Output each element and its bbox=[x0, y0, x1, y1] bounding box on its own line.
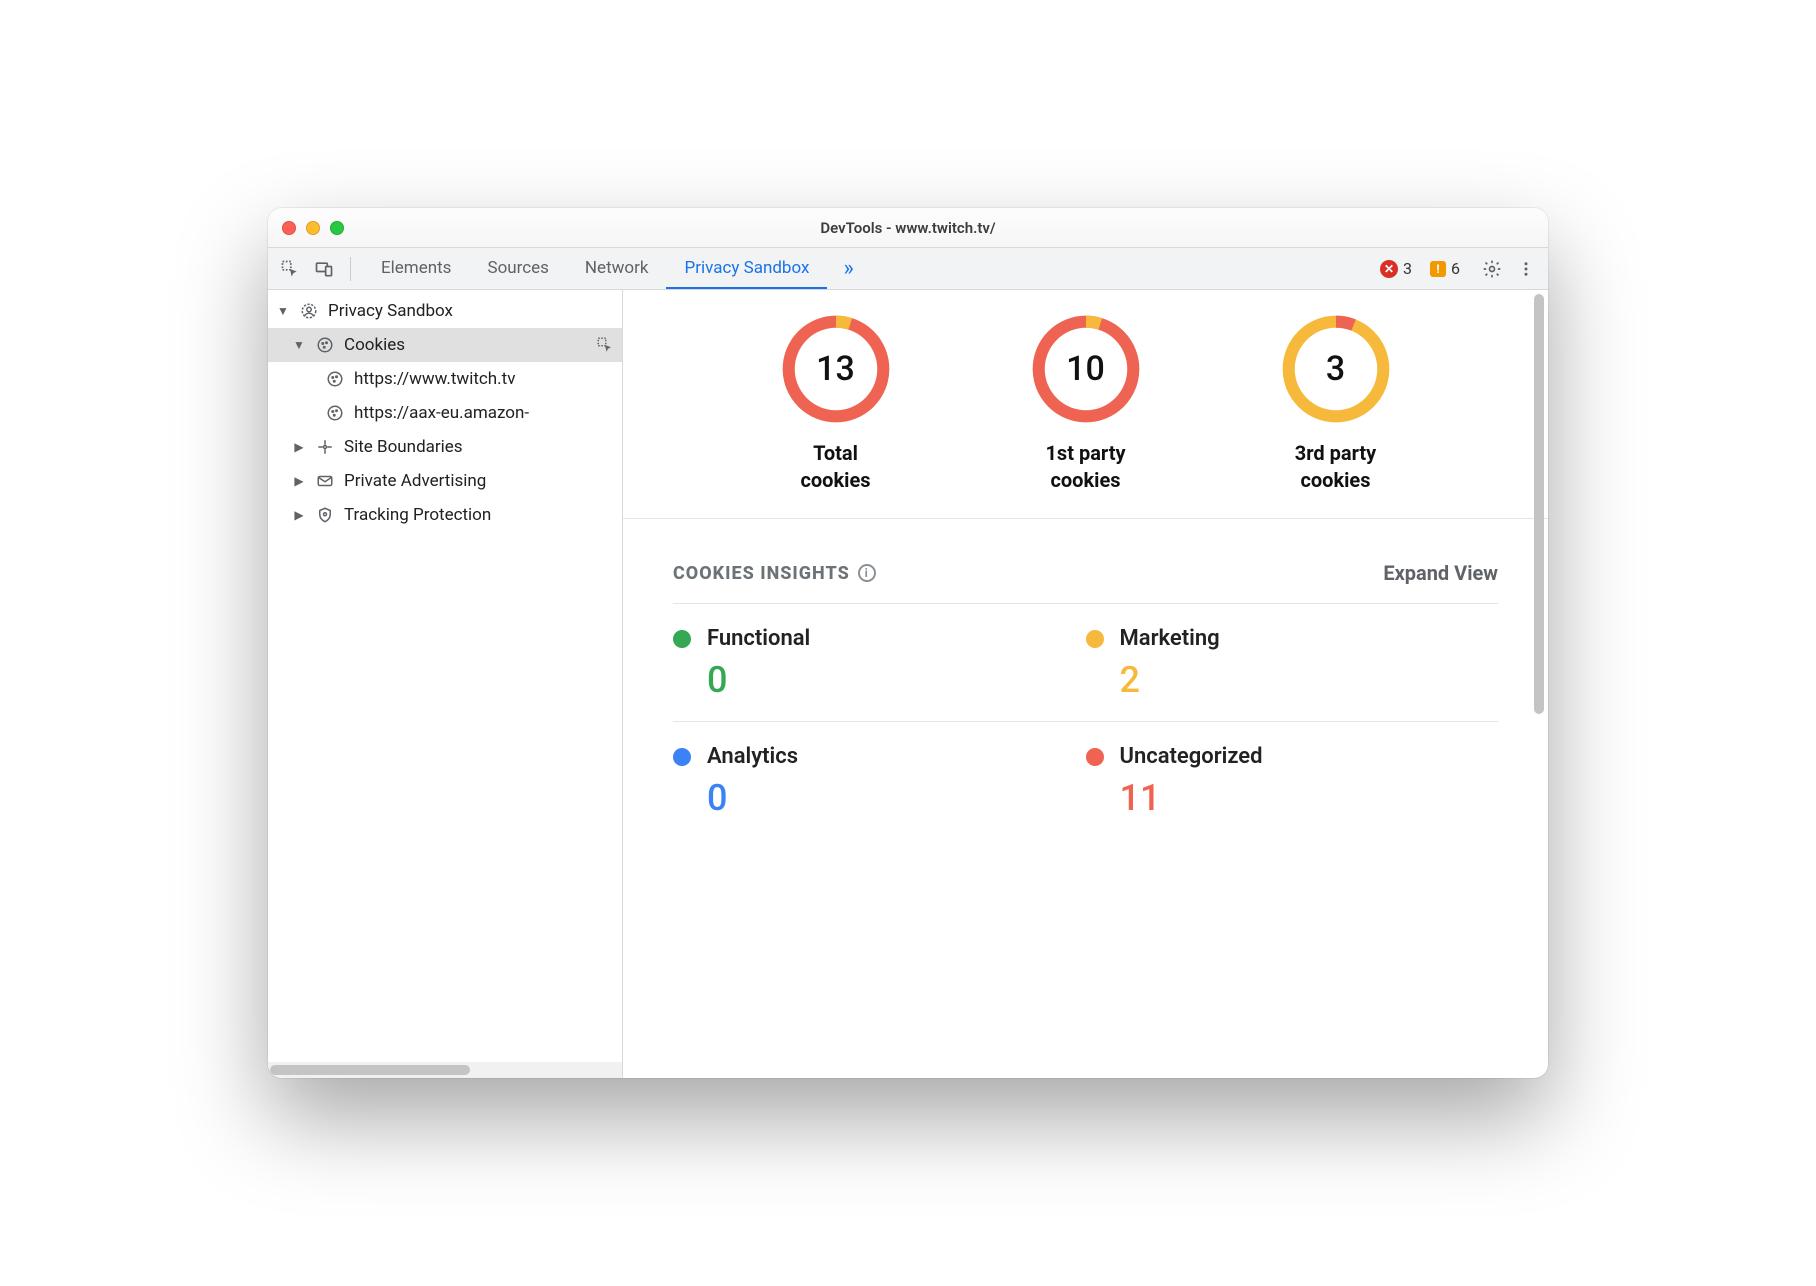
warnings-count: 6 bbox=[1451, 259, 1460, 278]
sandbox-icon bbox=[298, 302, 320, 320]
ring-label: 1st partycookies bbox=[1045, 440, 1125, 494]
more-options-button[interactable] bbox=[1512, 255, 1540, 283]
zoom-window-button[interactable] bbox=[330, 221, 344, 235]
errors-counter[interactable]: ✕ 3 bbox=[1380, 259, 1412, 278]
chevron-down-icon: ▼ bbox=[276, 304, 290, 318]
tree-item-tracking-protection[interactable]: ▶ Tracking Protection bbox=[268, 498, 622, 532]
settings-button[interactable] bbox=[1478, 255, 1506, 283]
tree-label: https://www.twitch.tv bbox=[354, 369, 515, 389]
tree-item-cookies[interactable]: ▼ Cookies bbox=[268, 328, 622, 362]
chevron-right-icon: ▶ bbox=[292, 508, 306, 522]
main-vertical-scrollbar[interactable] bbox=[1532, 294, 1546, 1074]
window-title: DevTools - www.twitch.tv/ bbox=[268, 219, 1548, 237]
devtools-toolbar: Elements Sources Network Privacy Sandbox… bbox=[268, 248, 1548, 290]
device-toolbar-icon[interactable] bbox=[310, 255, 338, 283]
window-controls bbox=[282, 221, 344, 235]
tree-label: Cookies bbox=[344, 335, 405, 355]
insight-card-analytics[interactable]: Analytics 0 bbox=[673, 721, 1086, 839]
insight-card-marketing[interactable]: Marketing 2 bbox=[1086, 603, 1499, 721]
inspect-element-icon[interactable] bbox=[276, 255, 304, 283]
insight-name: Marketing bbox=[1120, 626, 1220, 651]
insight-value: 2 bbox=[1086, 659, 1489, 701]
ring-first-party-cookies: 10 1st partycookies bbox=[996, 314, 1176, 494]
ring-chart: 3 bbox=[1281, 314, 1391, 424]
tree-label: Tracking Protection bbox=[344, 505, 491, 525]
inspect-icon[interactable] bbox=[596, 336, 614, 354]
expand-view-button[interactable]: Expand View bbox=[1383, 561, 1498, 585]
main-panel: 13 Totalcookies 10 1st bbox=[623, 290, 1548, 1078]
shield-icon bbox=[314, 506, 336, 524]
insight-name: Analytics bbox=[707, 744, 798, 769]
insight-card-functional[interactable]: Functional 0 bbox=[673, 603, 1086, 721]
color-swatch bbox=[673, 748, 691, 766]
tab-sources[interactable]: Sources bbox=[469, 248, 566, 289]
tree-item-cookie-origin[interactable]: https://aax-eu.amazon- bbox=[268, 396, 622, 430]
insights-header: COOKIES INSIGHTS i Expand View bbox=[623, 519, 1548, 603]
ring-chart: 10 bbox=[1031, 314, 1141, 424]
ring-label: Totalcookies bbox=[800, 440, 870, 494]
color-swatch bbox=[1086, 630, 1104, 648]
cookie-icon bbox=[324, 370, 346, 388]
devtools-window: DevTools - www.twitch.tv/ Elements Sourc… bbox=[268, 208, 1548, 1078]
info-icon[interactable]: i bbox=[858, 564, 876, 582]
titlebar: DevTools - www.twitch.tv/ bbox=[268, 208, 1548, 248]
tree-label: Privacy Sandbox bbox=[328, 301, 453, 321]
panel-tabs: Elements Sources Network Privacy Sandbox bbox=[363, 248, 827, 289]
tab-privacy-sandbox[interactable]: Privacy Sandbox bbox=[666, 248, 827, 289]
insight-value: 0 bbox=[673, 659, 1076, 701]
tab-elements[interactable]: Elements bbox=[363, 248, 469, 289]
tree-label: https://aax-eu.amazon- bbox=[354, 403, 529, 423]
insight-name: Uncategorized bbox=[1120, 744, 1263, 769]
color-swatch bbox=[673, 630, 691, 648]
tree-item-private-advertising[interactable]: ▶ Private Advertising bbox=[268, 464, 622, 498]
error-icon: ✕ bbox=[1380, 260, 1398, 278]
scrollbar-thumb[interactable] bbox=[1534, 294, 1544, 714]
insights-grid: Functional 0 Marketing 2 Analytics bbox=[623, 603, 1548, 869]
insight-value: 11 bbox=[1086, 777, 1489, 819]
boundaries-icon bbox=[314, 438, 336, 456]
cookie-icon bbox=[324, 404, 346, 422]
ring-label: 3rd partycookies bbox=[1295, 440, 1376, 494]
insight-name: Functional bbox=[707, 626, 810, 651]
mail-icon bbox=[314, 472, 336, 490]
tree-item-site-boundaries[interactable]: ▶ Site Boundaries bbox=[268, 430, 622, 464]
minimize-window-button[interactable] bbox=[306, 221, 320, 235]
warning-icon: ! bbox=[1430, 261, 1446, 277]
warnings-counter[interactable]: ! 6 bbox=[1430, 259, 1460, 278]
sidebar-tree: ▼ Privacy Sandbox ▼ Cookies bbox=[268, 290, 622, 536]
sidebar-horizontal-scrollbar[interactable] bbox=[268, 1062, 622, 1078]
tree-item-privacy-sandbox[interactable]: ▼ Privacy Sandbox bbox=[268, 294, 622, 328]
color-swatch bbox=[1086, 748, 1104, 766]
cookie-icon bbox=[314, 336, 336, 354]
tree-item-cookie-origin[interactable]: https://www.twitch.tv bbox=[268, 362, 622, 396]
ring-chart: 13 bbox=[781, 314, 891, 424]
ring-total-cookies: 13 Totalcookies bbox=[746, 314, 926, 494]
chevron-right-icon: ▶ bbox=[292, 440, 306, 454]
panel-body: ▼ Privacy Sandbox ▼ Cookies bbox=[268, 290, 1548, 1078]
tree-label: Private Advertising bbox=[344, 471, 486, 491]
tab-network[interactable]: Network bbox=[567, 248, 667, 289]
more-tabs-button[interactable]: » bbox=[833, 256, 863, 281]
insight-value: 0 bbox=[673, 777, 1076, 819]
sidebar: ▼ Privacy Sandbox ▼ Cookies bbox=[268, 290, 623, 1078]
insight-card-uncategorized[interactable]: Uncategorized 11 bbox=[1086, 721, 1499, 839]
cookie-summary-rings: 13 Totalcookies 10 1st bbox=[623, 290, 1548, 519]
chevron-down-icon: ▼ bbox=[292, 338, 306, 352]
toolbar-divider bbox=[350, 257, 351, 281]
scrollbar-thumb[interactable] bbox=[270, 1065, 470, 1075]
errors-count: 3 bbox=[1403, 259, 1412, 278]
chevron-right-icon: ▶ bbox=[292, 474, 306, 488]
close-window-button[interactable] bbox=[282, 221, 296, 235]
insights-heading: COOKIES INSIGHTS bbox=[673, 563, 850, 584]
tree-label: Site Boundaries bbox=[344, 437, 463, 457]
ring-third-party-cookies: 3 3rd partycookies bbox=[1246, 314, 1426, 494]
